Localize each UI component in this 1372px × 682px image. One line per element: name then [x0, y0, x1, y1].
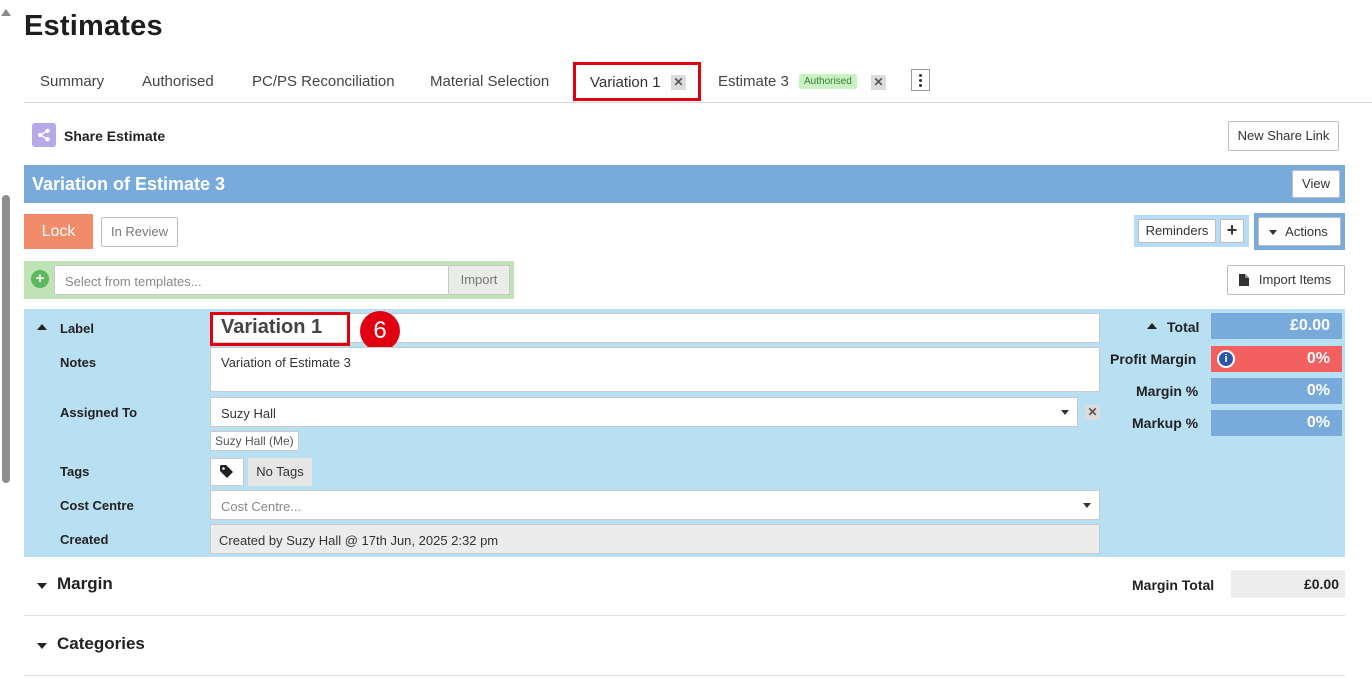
actions-group: Actions	[1254, 213, 1345, 250]
notes-value: Variation of Estimate 3	[221, 355, 351, 370]
template-selector-group: + Select from templates... Import	[24, 261, 514, 299]
authorised-badge: Authorised	[799, 74, 857, 89]
close-tab-estimate-3-icon[interactable]: ✕	[871, 75, 886, 90]
tab-summary[interactable]: Summary	[40, 73, 104, 90]
page-title: Estimates	[24, 10, 163, 42]
in-review-button[interactable]: In Review	[101, 217, 178, 247]
notes-field-label: Notes	[60, 355, 97, 370]
reminders-group: Reminders +	[1134, 215, 1249, 247]
total-value: £0.00	[1211, 313, 1342, 339]
markup-percent-value: 0%	[1211, 410, 1342, 436]
tab-variation-1[interactable]: Variation 1 ✕	[573, 62, 701, 101]
margin-total-value: £0.00	[1231, 570, 1345, 598]
lock-button[interactable]: Lock	[24, 214, 93, 249]
assigned-to-caret-icon	[1061, 410, 1069, 415]
assigned-to-value: Suzy Hall	[221, 406, 276, 421]
new-share-link-button[interactable]: New Share Link	[1228, 121, 1339, 151]
clear-assigned-icon[interactable]: ✕	[1085, 405, 1100, 420]
reminders-button[interactable]: Reminders	[1138, 219, 1216, 243]
tab-material-selection[interactable]: Material Selection	[430, 73, 549, 90]
estimate-details-panel: Label Variation 1 6 Notes Variation of E…	[24, 309, 1345, 557]
variation-title: Variation of Estimate 3	[32, 174, 226, 194]
created-value: Created by Suzy Hall @ 17th Jun, 2025 2:…	[219, 533, 499, 548]
info-icon[interactable]: i	[1217, 350, 1235, 368]
template-select[interactable]: Select from templates...	[54, 265, 468, 295]
add-template-icon[interactable]: +	[31, 270, 49, 288]
total-label: Total	[1167, 319, 1200, 335]
margin-total-label: Margin Total	[1132, 577, 1215, 593]
markup-percent-label: Markup %	[1132, 415, 1199, 431]
import-items-label: Import Items	[1258, 272, 1332, 287]
tab-estimate-3[interactable]: Estimate 3	[718, 73, 789, 90]
tab-variation-1-label: Variation 1	[590, 74, 661, 91]
import-template-button[interactable]: Import	[448, 265, 510, 295]
profit-margin-box: i 0%	[1211, 346, 1342, 372]
tab-pc-ps-reconciliation[interactable]: PC/PS Reconciliation	[252, 73, 395, 90]
share-estimate-label[interactable]: Share Estimate	[64, 128, 165, 144]
assigned-to-label: Assigned To	[60, 405, 138, 420]
collapse-details-caret-icon[interactable]	[37, 324, 47, 330]
annotation-step-badge: 6	[360, 311, 400, 351]
notes-textarea[interactable]: Variation of Estimate 3	[210, 347, 1100, 392]
cost-centre-caret-icon	[1083, 503, 1091, 508]
no-tags-label: No Tags	[248, 458, 312, 486]
document-icon	[1239, 274, 1249, 286]
categories-section-title[interactable]: Categories	[57, 634, 145, 654]
margin-section: Margin Margin Total £0.00	[24, 556, 1345, 616]
variation-header: Variation of Estimate 3 View	[24, 165, 1345, 203]
margin-percent-value: 0%	[1211, 378, 1342, 404]
cost-centre-placeholder: Cost Centre...	[221, 499, 302, 514]
collapse-totals-caret-icon[interactable]	[1147, 323, 1157, 329]
estimate-tabs: Summary Authorised PC/PS Reconciliation …	[24, 60, 1372, 103]
scroll-up-arrow-icon[interactable]	[1, 9, 11, 16]
actions-caret-icon	[1269, 230, 1277, 235]
actions-button[interactable]: Actions	[1258, 217, 1341, 246]
template-select-placeholder: Select from templates...	[65, 274, 202, 289]
margin-section-title[interactable]: Margin	[57, 574, 113, 594]
categories-section: Categories	[24, 616, 1345, 676]
vertical-scrollbar[interactable]	[0, 0, 12, 682]
label-annotation-highlight	[210, 312, 350, 346]
tags-field-label: Tags	[60, 464, 90, 479]
add-reminder-button[interactable]: +	[1220, 219, 1244, 243]
label-field-label: Label	[60, 321, 94, 336]
estimates-page: Estimates Summary Authorised PC/PS Recon…	[0, 0, 1372, 682]
expand-margin-caret-icon[interactable]	[37, 583, 47, 589]
cost-centre-label: Cost Centre	[60, 498, 134, 513]
actions-button-label: Actions	[1285, 224, 1328, 239]
assigned-to-select[interactable]: Suzy Hall	[210, 397, 1078, 427]
profit-margin-value: 0%	[1306, 350, 1330, 367]
tag-button[interactable]	[210, 458, 244, 486]
close-tab-variation-1-icon[interactable]: ✕	[671, 75, 686, 90]
tag-icon	[220, 465, 233, 478]
more-tabs-menu-icon[interactable]	[911, 69, 930, 91]
expand-categories-caret-icon[interactable]	[37, 643, 47, 649]
cost-centre-select[interactable]: Cost Centre...	[210, 490, 1100, 520]
margin-percent-label: Margin %	[1136, 383, 1199, 399]
share-icon[interactable]	[32, 123, 56, 147]
view-button[interactable]: View	[1292, 170, 1340, 198]
assign-to-me-chip[interactable]: Suzy Hall (Me)	[210, 431, 299, 451]
import-items-button[interactable]: Import Items	[1227, 265, 1345, 295]
created-label: Created	[60, 532, 109, 547]
created-field: Created by Suzy Hall @ 17th Jun, 2025 2:…	[210, 524, 1100, 554]
profit-margin-label: Profit Margin	[1110, 351, 1197, 367]
scrollbar-thumb[interactable]	[2, 195, 10, 483]
tab-authorised[interactable]: Authorised	[142, 73, 214, 90]
